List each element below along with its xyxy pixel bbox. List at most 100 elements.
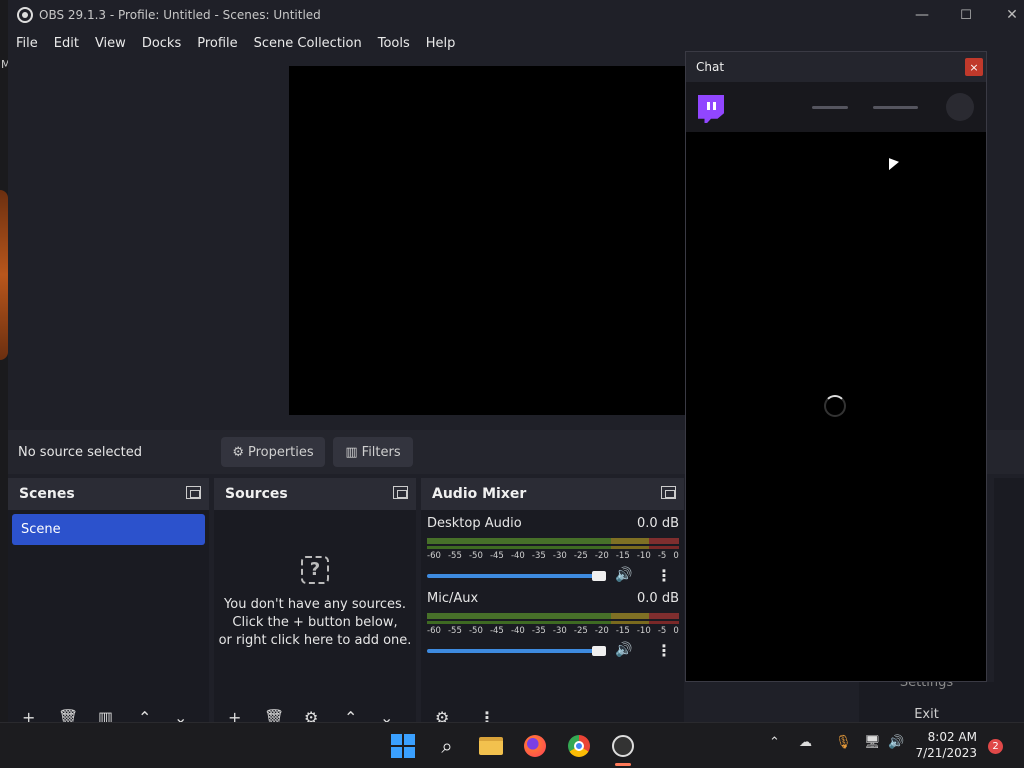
scenes-header: Scenes [8, 478, 209, 510]
gear-icon: ⚙ [232, 444, 244, 460]
speaker-icon[interactable]: 🔊 [615, 567, 632, 583]
trash-icon[interactable]: 🗑 [58, 710, 78, 723]
menu-profile[interactable]: Profile [189, 36, 245, 51]
more-options-icon[interactable]: ⋮ [656, 566, 672, 585]
menu-view[interactable]: View [87, 36, 134, 51]
sources-dock: Sources ? You don't have any sources. Cl… [214, 478, 416, 722]
clock[interactable]: 8:02 AM 7/21/2023 [915, 729, 977, 761]
mixer-channel-mic: Mic/Aux 0.0 dB -60 -55 -50 -45 -40 -35 -30 -25-… [427, 591, 679, 662]
menu-tools[interactable]: Tools [370, 36, 418, 51]
program-preview[interactable] [289, 66, 689, 415]
window-title: OBS 29.1.3 - Profile: Untitled - Scenes:… [39, 8, 321, 22]
clock-time: 8:02 AM [927, 730, 977, 744]
chat-dock: Chat × [685, 51, 987, 682]
menu-edit[interactable]: Edit [46, 36, 87, 51]
microphone-icon[interactable]: 🎙 [835, 735, 852, 750]
scenes-toolbar: + 🗑 ▥ ⌃ ⌄ [8, 708, 209, 723]
sources-toolbar: + 🗑 ⚙ ⌃ ⌄ [214, 708, 416, 723]
chat-close-button[interactable]: × [965, 58, 983, 76]
close-button[interactable]: ✕ [990, 0, 1024, 30]
volume-slider-handle[interactable] [592, 571, 606, 581]
volume-slider[interactable] [427, 574, 602, 578]
background-window-edge: M [0, 0, 11, 722]
filters-button[interactable]: ▥ Filters [333, 437, 413, 467]
chevron-up-icon[interactable]: ⌃ [769, 735, 780, 750]
undock-icon[interactable] [186, 486, 201, 499]
speaker-icon[interactable]: 🔊 [615, 642, 632, 658]
channel-name: Mic/Aux [427, 591, 479, 606]
background-shape [0, 190, 8, 360]
controls-dock-peek [994, 478, 1024, 722]
mixer-toolbar: ⚙ ⋮ [421, 708, 684, 723]
level-meter-peak [427, 621, 679, 624]
chat-header: Chat × [686, 52, 986, 82]
menu-help[interactable]: Help [418, 36, 464, 51]
title-bar: OBS 29.1.3 - Profile: Untitled - Scenes:… [8, 0, 1024, 30]
add-icon[interactable]: + [22, 710, 35, 723]
avatar[interactable] [946, 93, 974, 121]
clock-date: 7/21/2023 [915, 746, 977, 760]
firefox-icon[interactable] [522, 733, 548, 759]
level-meter-peak [427, 546, 679, 549]
search-icon[interactable]: ⌕ [434, 733, 460, 759]
audio-mixer-header: Audio Mixer [421, 478, 684, 510]
filter-icon[interactable]: ▥ [98, 710, 113, 723]
mixer-channel-desktop: Desktop Audio 0.0 dB -60 -55 -50 -45 -40 -35-… [427, 516, 679, 587]
twitch-icon [698, 95, 724, 123]
volume-slider-handle[interactable] [592, 646, 606, 656]
channel-db: 0.0 dB [637, 591, 679, 606]
loading-placeholder [873, 106, 918, 109]
undock-icon[interactable] [393, 486, 408, 499]
channel-db: 0.0 dB [637, 516, 679, 531]
sources-empty-state[interactable]: ? You don't have any sources. Click the … [214, 556, 416, 650]
move-up-icon[interactable]: ⌃ [138, 710, 151, 723]
trash-icon[interactable]: 🗑 [264, 710, 284, 723]
minimize-button[interactable]: — [900, 0, 944, 30]
scenes-dock: Scenes Scene + 🗑 ▥ ⌃ ⌄ [8, 478, 209, 722]
channel-name: Desktop Audio [427, 516, 522, 531]
more-options-icon[interactable]: ⋮ [479, 710, 495, 723]
obs-logo-icon [17, 7, 33, 23]
sources-header: Sources [214, 478, 416, 510]
undock-icon[interactable] [661, 486, 676, 499]
audio-mixer-dock: Audio Mixer Desktop Audio 0.0 dB -60 -55-… [421, 478, 684, 722]
windows-icon [391, 734, 415, 758]
filter-icon: ▥ [345, 444, 358, 460]
question-icon: ? [301, 556, 329, 584]
loading-spinner-icon [824, 395, 846, 417]
notification-badge[interactable]: 2 [988, 739, 1003, 754]
taskbar: ⌕ ⌃ ☁ 🎙 🖥 🔊 8:02 AM 7/21/2023 2 [0, 722, 1024, 768]
active-app-indicator [615, 763, 631, 766]
more-options-icon[interactable]: ⋮ [656, 641, 672, 660]
onedrive-icon[interactable]: ☁ [799, 735, 812, 750]
menu-docks[interactable]: Docks [134, 36, 189, 51]
exit-button[interactable]: Exit [859, 700, 994, 722]
gear-icon[interactable]: ⚙ [304, 710, 318, 723]
properties-button[interactable]: ⚙ Properties [221, 437, 325, 467]
menu-file[interactable]: File [8, 36, 46, 51]
level-meter [427, 538, 679, 544]
move-down-icon[interactable]: ⌄ [380, 710, 393, 723]
file-explorer-icon[interactable] [478, 733, 504, 759]
start-button[interactable] [390, 733, 416, 759]
chrome-icon[interactable] [566, 733, 592, 759]
obs-taskbar-icon[interactable] [610, 733, 636, 759]
maximize-button[interactable]: ☐ [944, 0, 988, 30]
no-source-label: No source selected [18, 444, 142, 460]
add-icon[interactable]: + [228, 710, 241, 723]
move-up-icon[interactable]: ⌃ [344, 710, 357, 723]
chat-toolbar [686, 82, 986, 132]
meter-ticks: -60 -55 -50 -45 -40 -35 -30 -25 -20 -15 -10 -5 0 [427, 551, 679, 561]
volume-slider[interactable] [427, 649, 602, 653]
controls-dock: Settings Exit [859, 675, 994, 722]
chat-title: Chat [696, 60, 725, 74]
menu-scene-collection[interactable]: Scene Collection [246, 36, 370, 51]
loading-placeholder [812, 106, 848, 109]
level-meter [427, 613, 679, 619]
network-icon[interactable]: 🖥 [864, 735, 881, 750]
meter-ticks: -60 -55 -50 -45 -40 -35 -30 -25 -20 -15 -10 -5 0 [427, 626, 679, 636]
scene-list-item[interactable]: Scene [12, 514, 205, 545]
volume-icon[interactable]: 🔊 [888, 735, 904, 750]
move-down-icon[interactable]: ⌄ [174, 710, 187, 723]
gears-icon[interactable]: ⚙ [435, 710, 449, 723]
